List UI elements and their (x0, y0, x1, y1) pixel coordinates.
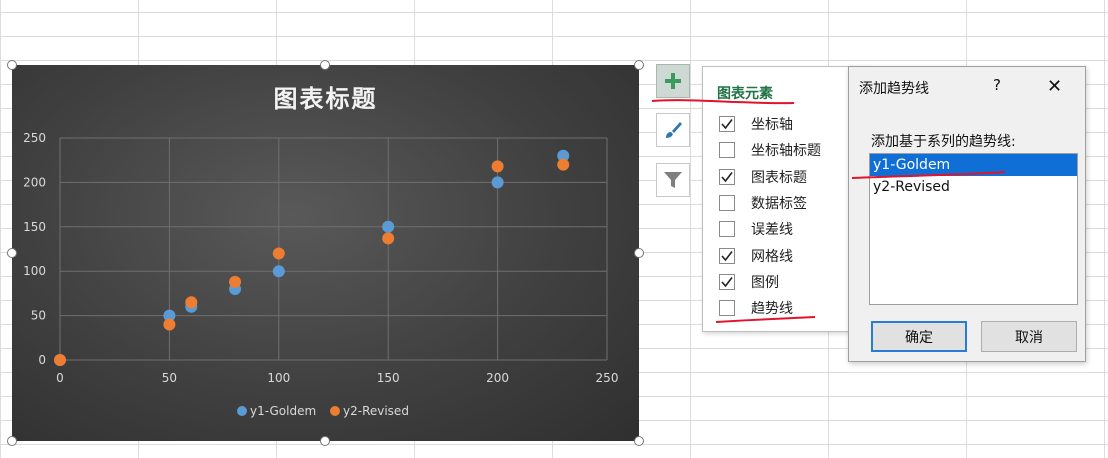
filter-icon (664, 172, 682, 188)
x-tick-label: 50 (162, 371, 177, 385)
data-point-y1 (272, 265, 285, 278)
option-label: 数据标签 (751, 195, 807, 212)
data-point-y2 (557, 158, 570, 171)
y-tick-label: 150 (23, 220, 46, 234)
ok-button[interactable]: 确定 (871, 321, 967, 352)
checkbox[interactable] (719, 247, 735, 264)
option-label: 误差线 (751, 222, 793, 239)
legend-label: y2-Revised (343, 404, 409, 418)
chart-element-option[interactable]: 趋势线 (719, 298, 793, 318)
data-point-y2 (491, 160, 504, 173)
cancel-button[interactable]: 取消 (981, 321, 1077, 352)
scatter-chart[interactable]: 图表标题 0 50 100 150 200 250 0 50 100 150 200 250 y1-Go… (12, 65, 639, 441)
x-tick-label: 250 (596, 371, 619, 385)
chart-plot: 0 50 100 150 200 250 0 50 100 150 200 250 y1-Goldem y… (23, 131, 619, 418)
option-label: 趋势线 (751, 301, 793, 318)
x-tick-label: 200 (486, 371, 509, 385)
data-point-y1 (382, 220, 395, 233)
option-label: 网格线 (751, 248, 793, 265)
y-tick-label: 200 (23, 175, 46, 189)
resize-handle-top-left[interactable] (7, 60, 17, 70)
resize-handle-bottom[interactable] (320, 436, 330, 446)
add-trendline-dialog: 添加趋势线 ? ✕ 添加基于系列的趋势线: y1-Goldem y2-Revis… (848, 66, 1086, 362)
checkbox[interactable] (719, 194, 735, 211)
y-tick-label: 0 (38, 353, 46, 367)
legend-label: y1-Goldem (250, 404, 316, 418)
chart-filters-button[interactable] (656, 163, 690, 197)
series-listbox[interactable]: y1-Goldem y2-Revised (869, 153, 1078, 305)
x-tick-label: 0 (56, 371, 64, 385)
y-tick-label: 250 (23, 131, 46, 145)
checkbox[interactable] (719, 273, 735, 290)
data-point-y2 (272, 247, 285, 260)
checkmark-icon (721, 119, 733, 130)
checkbox[interactable] (719, 300, 735, 317)
chart-element-option[interactable]: 数据标签 (719, 193, 807, 213)
x-tick-label: 150 (377, 371, 400, 385)
checkbox[interactable] (719, 116, 735, 132)
chart-element-option[interactable]: 坐标轴标题 (719, 140, 821, 160)
y-tick-label: 100 (23, 264, 46, 278)
chart-element-option[interactable]: 误差线 (719, 219, 793, 239)
data-point-y1 (491, 176, 504, 189)
data-point-y2 (229, 275, 242, 288)
resize-handle-bottom-right[interactable] (634, 436, 644, 446)
option-label: 坐标轴标题 (751, 143, 821, 160)
option-label: 坐标轴 (751, 117, 793, 133)
data-point-y2 (185, 296, 198, 309)
checkbox[interactable] (719, 221, 735, 238)
chart-element-option[interactable]: 图例 (719, 272, 779, 292)
chart-element-option[interactable]: 图表标题 (719, 167, 807, 187)
chart-styles-button[interactable] (656, 113, 690, 147)
option-label: 图例 (751, 274, 779, 291)
close-icon[interactable]: ✕ (1047, 76, 1062, 97)
resize-handle-top[interactable] (320, 60, 330, 70)
checkbox[interactable] (719, 168, 735, 185)
chart-elements-panel: 图表元素 坐标轴坐标轴标题图表标题数据标签误差线网格线图例趋势线 (702, 66, 870, 332)
series-option-y1[interactable]: y1-Goldem (870, 154, 1077, 176)
x-tick-label: 100 (267, 371, 290, 385)
resize-handle-right[interactable] (634, 248, 644, 258)
series-option-y2[interactable]: y2-Revised (870, 176, 1077, 198)
y-tick-label: 50 (31, 309, 46, 323)
series-prompt-label: 添加基于系列的趋势线: (871, 134, 1016, 150)
resize-handle-top-right[interactable] (634, 60, 644, 70)
chart-element-option[interactable]: 网格线 (719, 246, 793, 266)
data-point-y2 (163, 318, 176, 331)
option-label: 图表标题 (751, 169, 807, 186)
checkbox[interactable] (719, 142, 735, 159)
legend-marker (237, 406, 247, 416)
checkmark-icon (721, 250, 733, 261)
chart-element-option[interactable]: 坐标轴 (719, 114, 793, 134)
data-point-y2 (382, 232, 395, 245)
help-icon[interactable]: ? (993, 76, 1001, 94)
plus-icon (665, 73, 681, 89)
legend-marker (330, 406, 340, 416)
data-point-y2 (54, 354, 66, 366)
dialog-title: 添加趋势线 (859, 81, 929, 97)
checkmark-icon (721, 276, 733, 288)
resize-handle-bottom-left[interactable] (7, 436, 17, 446)
chart-elements-button[interactable] (656, 64, 690, 98)
chart-elements-title: 图表元素 (717, 86, 773, 102)
brush-icon (666, 122, 682, 138)
resize-handle-left[interactable] (7, 248, 17, 258)
checkmark-icon (721, 171, 733, 182)
